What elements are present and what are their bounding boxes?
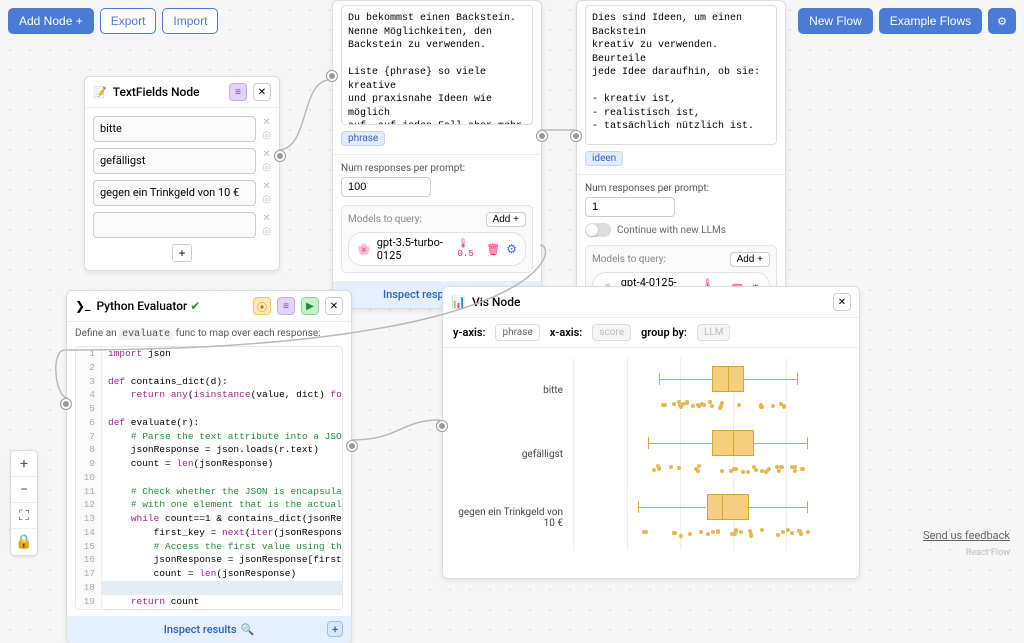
python-evaluator-node[interactable]: ❯_ Python Evaluator ✔ ⦿ ≡ ▶ ✕ Define an … (66, 290, 352, 643)
visibility-icon[interactable]: ◎ (262, 226, 271, 237)
textfield-input-2[interactable]: gegen ein Trinkgeld von 10 € (93, 180, 256, 206)
node-title: Python Evaluator ✔ (96, 299, 247, 313)
openai-icon: 🌸 (357, 243, 371, 256)
import-button[interactable]: Import (162, 8, 218, 34)
node-close-button[interactable]: ✕ (325, 297, 343, 315)
visibility-icon[interactable]: ◎ (262, 194, 271, 205)
variable-chip-phrase: phrase (341, 131, 385, 146)
textfield-input-1[interactable]: gefälligst (93, 148, 256, 174)
node-title: Vis Node (472, 295, 827, 309)
num-responses-input[interactable] (341, 177, 431, 197)
export-button[interactable]: Export (100, 8, 157, 34)
continue-llms-label: Continue with new LLMs (617, 225, 726, 236)
node-run-button[interactable]: ▶ (301, 297, 319, 315)
new-flow-button[interactable]: New Flow (798, 8, 873, 34)
visibility-icon[interactable]: ◎ (262, 130, 271, 141)
model-gear-icon[interactable]: ⚙ (506, 242, 517, 256)
add-textfield-button[interactable]: + (172, 244, 192, 262)
xaxis-label: x-axis: (550, 326, 583, 339)
feedback-link[interactable]: Send us feedback (923, 529, 1010, 542)
node-run-current-button[interactable]: ⦿ (253, 297, 271, 315)
input-handle[interactable] (61, 399, 71, 409)
xaxis-select[interactable]: score (592, 324, 631, 341)
remove-icon[interactable]: ✕ (262, 149, 271, 160)
node-info-button[interactable]: ≡ (229, 83, 247, 101)
search-icon: 🔍 (241, 623, 255, 636)
group-label: group by: (641, 326, 687, 339)
remove-icon[interactable]: ✕ (262, 181, 271, 192)
models-label: Models to query: (592, 254, 666, 265)
python-desc: Define an evaluate func to map over each… (67, 322, 351, 342)
trash-icon[interactable]: 🗑 (486, 243, 500, 256)
react-flow-attribution: React Flow (966, 548, 1010, 558)
chart-icon: 📊 (451, 295, 466, 309)
code-editor[interactable]: 1import json23def contains_dict(d):4 ret… (75, 346, 343, 610)
num-responses-label: Num responses per prompt: (341, 163, 533, 174)
terminal-icon: ❯_ (75, 299, 90, 313)
textfield-input-0[interactable]: bitte (93, 116, 256, 142)
inspect-results-button[interactable]: Inspect results🔍 + (67, 616, 351, 643)
textfield-input-3[interactable] (93, 212, 256, 238)
node-close-button[interactable]: ✕ (253, 83, 271, 101)
yaxis-label: y-axis: (453, 326, 485, 339)
zoom-in-button[interactable]: + (11, 451, 37, 477)
gear-icon: ⚙ (997, 16, 1007, 28)
zoom-out-button[interactable]: − (11, 477, 37, 503)
fit-view-button[interactable]: ⛶ (11, 503, 37, 529)
models-label: Models to query: (348, 214, 422, 225)
model-temp: 🌡0.5 (458, 239, 481, 259)
variable-chip-ideen: ideen (585, 151, 623, 166)
num-responses-input[interactable] (585, 197, 675, 217)
prompt-node-1[interactable]: Du bekommst einen Backstein. Nenne Mögli… (332, 0, 542, 309)
output-handle[interactable] (275, 151, 285, 161)
output-handle[interactable] (347, 441, 357, 451)
model-pill[interactable]: 🌸 gpt-3.5-turbo-0125 🌡0.5 🗑 ⚙ (348, 232, 526, 266)
remove-icon[interactable]: ✕ (262, 213, 271, 224)
group-select[interactable]: LLM (697, 324, 731, 341)
zoom-controls: + − ⛶ 🔒 (10, 450, 38, 556)
output-handle[interactable] (537, 131, 547, 141)
model-name: gpt-3.5-turbo-0125 (377, 236, 452, 262)
boxplot-chart: bittegefälligstgegen ein Trinkgeld von 1… (443, 348, 859, 578)
node-info-button[interactable]: ≡ (277, 297, 295, 315)
add-model-button[interactable]: Add + (730, 252, 770, 267)
input-handle[interactable] (327, 71, 337, 81)
node-close-button[interactable]: ✕ (833, 293, 851, 311)
lock-button[interactable]: 🔒 (11, 529, 37, 555)
settings-button[interactable]: ⚙ (988, 8, 1016, 34)
visibility-icon[interactable]: ◎ (262, 162, 271, 173)
input-handle[interactable] (437, 421, 447, 431)
textfields-node[interactable]: 📝 TextFields Node ≡ ✕ bitte ✕ ◎ gefälligs… (84, 76, 280, 271)
example-flows-button[interactable]: Example Flows (879, 8, 982, 34)
vis-node[interactable]: 📊 Vis Node ✕ y-axis: phrase x-axis: scor… (442, 286, 860, 579)
add-model-button[interactable]: Add + (486, 212, 526, 227)
yaxis-select[interactable]: phrase (495, 324, 539, 341)
node-title: TextFields Node (113, 85, 223, 99)
num-responses-label: Num responses per prompt: (585, 183, 777, 194)
continue-llms-toggle[interactable] (585, 223, 611, 237)
expand-button[interactable]: + (327, 621, 343, 637)
textfields-icon: 📝 (93, 86, 107, 99)
remove-icon[interactable]: ✕ (262, 117, 271, 128)
add-node-button[interactable]: Add Node + (8, 8, 94, 34)
input-handle[interactable] (571, 131, 581, 141)
